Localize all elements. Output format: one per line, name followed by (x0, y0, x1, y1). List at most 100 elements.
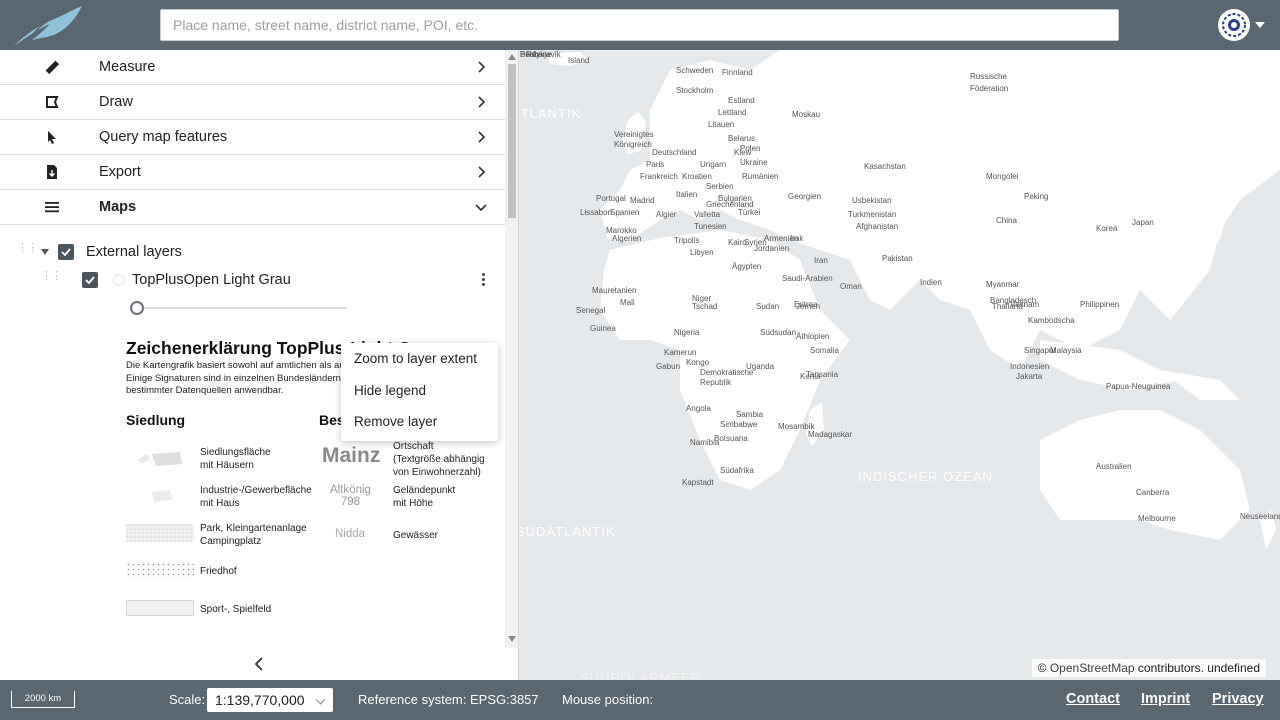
legend-text: Geländepunkt (393, 485, 456, 496)
collapse-sidebar-icon[interactable] (252, 656, 266, 672)
map-place-label: Eritrea (794, 300, 818, 309)
map-place-label: Lissabon (580, 208, 613, 217)
chevron-right-icon (478, 96, 486, 108)
map-place-label: Vietnam (1010, 300, 1040, 309)
sidebar-scrollbar[interactable] (505, 50, 518, 648)
menu-hide-legend[interactable]: Hide legend (354, 383, 426, 398)
map-place-label: Kambodscha (1028, 316, 1075, 325)
footer-link-privacy[interactable]: Privacy (1212, 691, 1264, 707)
scroll-up-arrow-icon[interactable] (508, 54, 516, 60)
map-place-label: Angola (686, 404, 711, 413)
tool-maps-label: Maps (99, 199, 137, 215)
map-place-label: Rumänien (742, 172, 779, 181)
expand-toggle-icon[interactable] (41, 249, 49, 255)
opacity-slider-track[interactable] (137, 307, 347, 309)
map-place-label: Oman (840, 282, 862, 291)
legend-label: Gewässer (393, 530, 439, 541)
layer-status-icon (113, 274, 125, 286)
avatar (1218, 9, 1250, 41)
chevron-down-icon (315, 694, 326, 705)
check-icon (85, 276, 95, 285)
map-place-label: Gabun (656, 362, 681, 371)
tool-export[interactable]: Export (0, 155, 505, 190)
map-place-label: Kiew (734, 148, 752, 157)
layer-group-checkbox[interactable] (58, 244, 74, 260)
map-place-label: Island (568, 56, 590, 65)
map-place-label: China (996, 216, 1017, 225)
opacity-slider-handle[interactable] (130, 301, 144, 315)
drag-handle-icon[interactable]: ⋮⋮ (17, 243, 38, 260)
scrollbar-thumb[interactable] (508, 64, 516, 218)
map-place-label: Uganda (746, 362, 775, 371)
search-input[interactable] (160, 9, 1119, 41)
tool-measure[interactable]: Measure (0, 50, 505, 85)
legend-text: mit Höhe (393, 498, 434, 509)
map-place-label: Ungarn (700, 160, 727, 169)
map-place-label: Mali (620, 298, 635, 307)
footer-link-contact[interactable]: Contact (1066, 691, 1120, 707)
tool-draw[interactable]: Draw (0, 85, 505, 120)
map-place-label: Belarus (728, 134, 756, 143)
tool-query[interactable]: Query map features (0, 120, 505, 155)
menu-remove-layer[interactable]: Remove layer (354, 414, 437, 429)
map-place-label: Serbien (706, 182, 734, 191)
industrial-area-symbol (152, 490, 172, 502)
scroll-down-arrow-icon[interactable] (508, 636, 516, 642)
map-place-label: Italien (676, 190, 698, 199)
map-place-label: Philippinen (1080, 300, 1120, 309)
map-place-label: Neuseeland (1240, 512, 1280, 521)
layer-context-menu: Zoom to layer extent Hide legend Remove … (341, 343, 498, 441)
legend-heading-settlement: Siedlung (126, 412, 186, 428)
menu-zoom-to-extent[interactable]: Zoom to layer extent (354, 351, 477, 366)
map-place-label: Ägypten (732, 262, 762, 271)
legend-label: Friedhof (200, 566, 237, 577)
legend-text: Industrie-/Gewerbefläche (200, 485, 312, 496)
sports-field-symbol (126, 600, 194, 616)
cursor-pointer-icon (48, 131, 56, 144)
legend-label: Sport-, Spielfeld (200, 604, 272, 615)
map-place-label: Tschad (692, 302, 718, 311)
map-place-label: Georgien (788, 192, 821, 201)
map-place-label: Portugal (596, 194, 626, 203)
legend-label: Siedlungsfläche mit Häusern (200, 446, 271, 472)
footer-link-imprint[interactable]: Imprint (1141, 691, 1190, 707)
legend-text: Park, Kleingartenanlage (200, 523, 307, 534)
legend-text: mit Haus (200, 498, 240, 509)
layer-options-kebab-icon[interactable] (478, 272, 488, 288)
scale-select[interactable]: 1:139,770,000 (207, 688, 333, 712)
map-place-label: Moskau (792, 110, 821, 119)
map-place-label: Kongo (686, 358, 710, 367)
tool-query-label: Query map features (99, 129, 228, 145)
map-place-label: Vereinigtes (614, 130, 654, 139)
map-place-label: Melbourne (1138, 514, 1176, 523)
map-place-label: Ukraine (740, 158, 768, 167)
chevron-down-icon (475, 204, 487, 212)
legend-text: (Textgröße abhängig (393, 454, 485, 465)
tool-measure-label: Measure (99, 59, 156, 75)
map-place-label: Valletta (694, 210, 721, 219)
legend-label: Park, Kleingartenanlage Campingplatz (200, 522, 307, 548)
drag-handle-icon[interactable]: ⋮⋮ (41, 271, 62, 288)
map-place-label: Finnland (722, 68, 753, 77)
map-place-label: Simbabwe (720, 420, 758, 429)
map-canvas[interactable]: ATLANTIK INDISCHER OZEAN SÜDATLANTIK SÜD… (520, 50, 1280, 680)
mouse-position: Mouse position: (562, 692, 654, 707)
map-place-label: Tunesien (694, 222, 727, 231)
map-place-label: Estland (728, 96, 755, 105)
tool-maps[interactable]: Maps (0, 190, 505, 225)
map-place-label: Russische (970, 72, 1007, 81)
map-place-label: Saudi-Arabien (782, 274, 833, 283)
attribution-text: contributors. undefined (1137, 661, 1260, 675)
map-place-label: Madagaskar (808, 430, 853, 439)
map-place-label: Turkmenistan (848, 210, 897, 219)
map-place-label: Republik (700, 378, 732, 387)
legend-label: Geländepunkt mit Höhe (393, 484, 455, 510)
osm-link[interactable]: OpenStreetMap (1050, 661, 1135, 675)
map-place-label: Guinea (590, 324, 616, 333)
layer-checkbox[interactable] (82, 272, 98, 288)
chevron-right-icon (478, 166, 486, 178)
map-place-label: Türkei (738, 208, 761, 217)
user-menu-button[interactable] (1218, 9, 1270, 41)
app-logo[interactable] (10, 4, 84, 48)
park-symbol (126, 524, 194, 542)
